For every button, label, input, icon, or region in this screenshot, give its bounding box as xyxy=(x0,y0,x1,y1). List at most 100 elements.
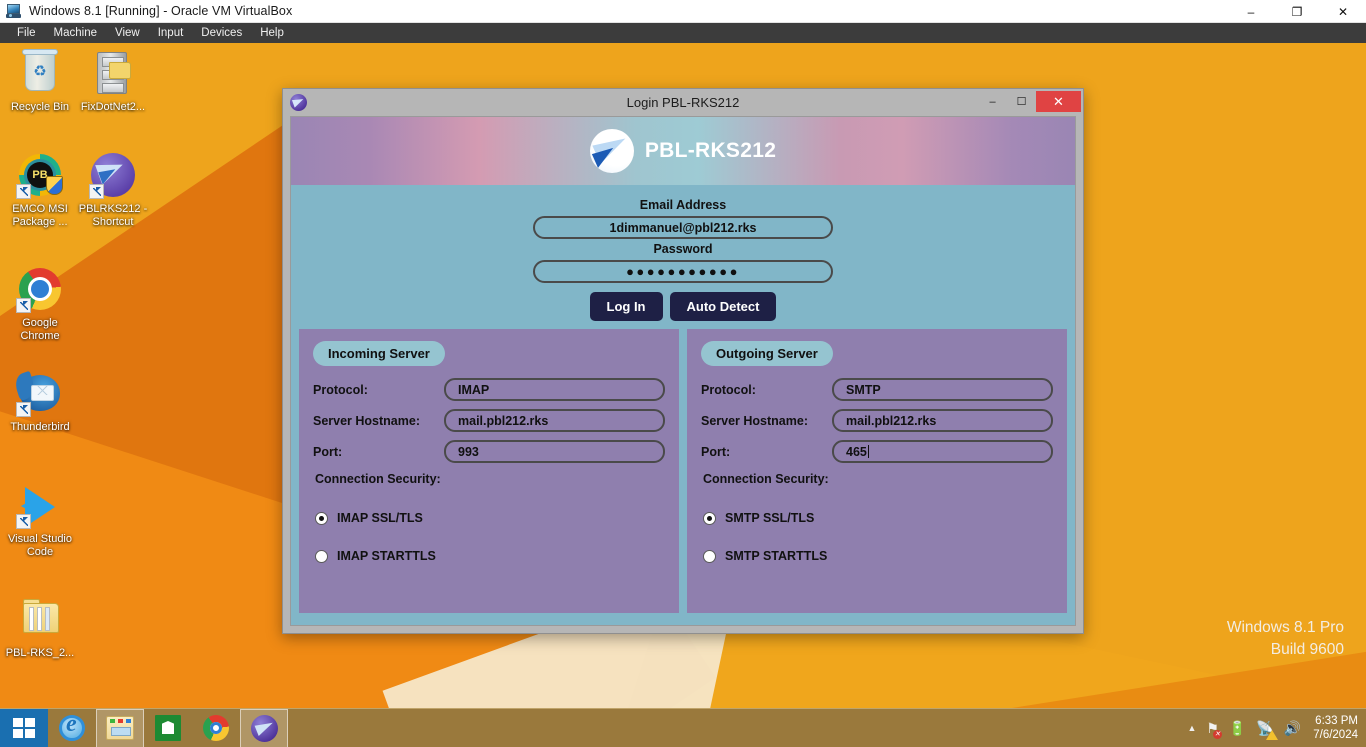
outgoing-protocol-row: Protocol: SMTP xyxy=(701,378,1053,401)
password-input[interactable]: ●●●●●●●●●●● xyxy=(533,260,833,283)
paper-plane-logo-icon xyxy=(589,129,634,173)
folder-icon xyxy=(16,595,64,643)
windows-store-icon xyxy=(155,715,181,741)
desktop-icon-pbl-rks-folder[interactable]: PBL-RKS_2... xyxy=(2,595,78,660)
network-icon[interactable]: 📡 xyxy=(1256,720,1278,740)
outgoing-security-label: Connection Security: xyxy=(703,472,829,486)
log-in-button[interactable]: Log In xyxy=(589,292,663,321)
shortcut-arrow-icon xyxy=(89,184,104,199)
outgoing-hostname-label: Server Hostname: xyxy=(701,413,808,428)
desktop-icon-label: Recycle Bin xyxy=(10,101,70,113)
outgoing-starttls-option[interactable]: SMTP STARTTLS xyxy=(703,549,1053,563)
menu-view[interactable]: View xyxy=(106,23,149,43)
login-dialog[interactable]: Login PBL-RKS212 – ☐ ✕ PBL-RKS212 Email … xyxy=(282,88,1084,634)
minimize-icon[interactable]: – xyxy=(1228,0,1274,23)
desktop-icon-fixdotnet[interactable]: FixDotNet2... xyxy=(75,49,151,114)
show-hidden-icons-icon[interactable]: ▲ xyxy=(1187,723,1196,733)
thunderbird-icon xyxy=(12,369,64,417)
incoming-port-input[interactable]: 993 xyxy=(444,440,665,463)
outgoing-port-input[interactable]: 465 xyxy=(832,440,1053,463)
brand-name: PBL-RKS212 xyxy=(644,139,777,162)
close-icon[interactable]: ✕ xyxy=(1320,0,1366,23)
taskbar: ▲ ⚑✕ 🔋 📡 🔊 6:33 PM 7/6/2024 xyxy=(0,708,1366,747)
incoming-port-row: Port: 993 xyxy=(313,440,665,463)
shortcut-arrow-icon xyxy=(16,402,31,417)
brand-banner: PBL-RKS212 xyxy=(291,117,1075,185)
dialog-titlebar[interactable]: Login PBL-RKS212 – ☐ ✕ xyxy=(283,89,1083,116)
virtualbox-menubar: File Machine View Input Devices Help xyxy=(0,23,1366,43)
shortcut-arrow-icon xyxy=(16,298,31,313)
radio-button-icon[interactable] xyxy=(703,511,716,525)
outgoing-ssl-option[interactable]: SMTP SSL/TLS xyxy=(703,511,1053,525)
incoming-ssl-label: IMAP SSL/TLS xyxy=(337,511,423,525)
outgoing-port-row: Port: 465 xyxy=(701,440,1053,463)
flag-icon[interactable]: ⚑ ✕ xyxy=(1206,720,1222,739)
outgoing-hostname-row: Server Hostname: mail.pbl212.rks xyxy=(701,409,1053,432)
menu-help[interactable]: Help xyxy=(251,23,293,43)
taskbar-item-file-explorer[interactable] xyxy=(96,708,144,747)
google-chrome-icon xyxy=(203,715,229,741)
taskbar-item-pbl-rks212[interactable] xyxy=(240,708,288,747)
clock[interactable]: 6:33 PM 7/6/2024 xyxy=(1313,714,1358,742)
desktop-icon-recycle-bin[interactable]: ♻ Recycle Bin xyxy=(2,49,78,114)
clock-date: 7/6/2024 xyxy=(1313,729,1358,741)
desktop-icon-label-2: Chrome xyxy=(20,330,60,342)
taskbar-item-windows-store[interactable] xyxy=(144,709,192,747)
outgoing-hostname-input[interactable]: mail.pbl212.rks xyxy=(832,409,1053,432)
taskbar-item-google-chrome[interactable] xyxy=(192,709,240,747)
incoming-protocol-label: Protocol: xyxy=(313,382,368,397)
menu-file[interactable]: File xyxy=(8,23,45,43)
menu-devices[interactable]: Devices xyxy=(192,23,251,43)
desktop-icon-label: FixDotNet2... xyxy=(80,101,146,113)
radio-button-icon[interactable] xyxy=(315,511,328,525)
desktop-icon-google-chrome[interactable]: Google Chrome xyxy=(2,265,78,343)
restore-icon[interactable]: ❐ xyxy=(1274,0,1320,23)
desktop-icon-visual-studio-code[interactable]: Visual Studio Code xyxy=(2,481,78,559)
radio-button-icon[interactable] xyxy=(315,549,328,563)
desktop-icon-pblrks212-shortcut[interactable]: PBLRKS212 - Shortcut xyxy=(75,151,151,229)
incoming-port-label: Port: xyxy=(313,444,343,459)
auto-detect-button[interactable]: Auto Detect xyxy=(669,292,777,321)
start-button[interactable] xyxy=(0,708,48,747)
desktop-icon-label-2: Package ... xyxy=(12,216,68,228)
internet-explorer-icon xyxy=(59,711,85,741)
incoming-hostname-label: Server Hostname: xyxy=(313,413,420,428)
virtualbox-title: Windows 8.1 [Running] - Oracle VM Virtua… xyxy=(29,4,293,18)
file-cabinet-icon xyxy=(89,49,137,97)
volume-icon[interactable]: 🔊 xyxy=(1284,720,1301,737)
file-explorer-icon xyxy=(106,716,134,740)
email-label: Email Address xyxy=(639,198,727,212)
incoming-protocol-input[interactable]: IMAP xyxy=(444,378,665,401)
desktop-icon-label: EMCO MSI xyxy=(12,203,68,215)
dialog-body: PBL-RKS212 Email Address 1dimmanuel@pbl2… xyxy=(290,116,1076,626)
desktop-icon-emco-msi[interactable]: PB EMCO MSI Package ... xyxy=(2,151,78,229)
incoming-hostname-input[interactable]: mail.pbl212.rks xyxy=(444,409,665,432)
pbl-rks212-icon xyxy=(250,714,278,742)
outgoing-protocol-input[interactable]: SMTP xyxy=(832,378,1053,401)
desktop-icon-label: PBL-RKS_2... xyxy=(5,647,75,659)
desktop-icon-label: Thunderbird xyxy=(10,421,70,433)
visual-studio-code-icon xyxy=(16,481,64,529)
server-panels: Incoming Server Protocol: IMAP Server Ho… xyxy=(291,329,1075,621)
battery-icon[interactable]: 🔋 xyxy=(1229,720,1246,737)
menu-input[interactable]: Input xyxy=(149,23,193,43)
email-input[interactable]: 1dimmanuel@pbl212.rks xyxy=(533,216,833,239)
outgoing-port-label: Port: xyxy=(701,444,731,459)
desktop-icon-label: Visual Studio xyxy=(7,533,72,545)
incoming-ssl-option[interactable]: IMAP SSL/TLS xyxy=(315,511,665,525)
outgoing-server-chip: Outgoing Server xyxy=(701,341,833,366)
desktop-icon-thunderbird[interactable]: Thunderbird xyxy=(2,369,78,434)
virtualbox-window-controls: – ❐ ✕ xyxy=(1228,0,1366,23)
incoming-protocol-row: Protocol: IMAP xyxy=(313,378,665,401)
outgoing-protocol-label: Protocol: xyxy=(701,382,756,397)
taskbar-item-internet-explorer[interactable] xyxy=(48,709,96,747)
incoming-starttls-option[interactable]: IMAP STARTTLS xyxy=(315,549,665,563)
watermark-line-2: Build 9600 xyxy=(1270,641,1344,658)
outgoing-ssl-label: SMTP SSL/TLS xyxy=(725,511,815,525)
watermark-line-1: Windows 8.1 Pro xyxy=(1226,619,1344,636)
radio-button-icon[interactable] xyxy=(703,549,716,563)
menu-machine[interactable]: Machine xyxy=(45,23,106,43)
incoming-server-panel: Incoming Server Protocol: IMAP Server Ho… xyxy=(299,329,679,613)
system-tray: ▲ ⚑ ✕ 🔋 📡 🔊 6:33 PM 7/6/2024 xyxy=(1187,709,1366,747)
google-chrome-icon xyxy=(16,265,64,313)
